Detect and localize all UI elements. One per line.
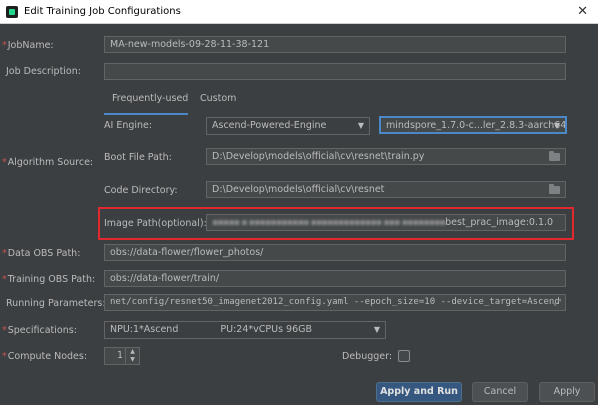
debugger-label: Debugger: xyxy=(342,351,393,362)
algorithm-source-label: *Algorithm Source: xyxy=(2,157,94,168)
image-path-label: Image Path(optional): xyxy=(104,218,207,229)
specifications-prefix: NPU:1*Ascend xyxy=(110,324,179,335)
apply-button[interactable]: Apply xyxy=(539,382,595,402)
cancel-button[interactable]: Cancel xyxy=(472,382,528,402)
chevron-down-icon: ▼ xyxy=(553,121,560,130)
compute-nodes-stepper[interactable]: 1 ▲ ▼ xyxy=(104,347,140,365)
debugger-checkbox[interactable] xyxy=(398,350,410,362)
boot-file-path-input[interactable]: D:\Develop\models\official\cv\resnet\tra… xyxy=(206,148,566,165)
title-bar: Edit Training Job Configurations ✕ xyxy=(0,0,598,24)
image-path-value: best_prac_image:0.1.0 xyxy=(445,217,554,228)
ai-engine-value: Ascend-Powered-Engine xyxy=(212,120,327,131)
running-parameters-label: Running Parameters: xyxy=(6,298,106,309)
specifications-label: *Specifications: xyxy=(2,325,77,336)
training-obs-path-label: *Training OBS Path: xyxy=(2,274,96,285)
job-description-label: Job Description: xyxy=(6,66,81,77)
ai-engine-label: AI Engine: xyxy=(104,120,153,131)
running-parameters-input[interactable]: net/config/resnet50_imagenet2012_config.… xyxy=(104,294,566,311)
job-name-input[interactable]: MA-new-models-09-28-11-38-121 xyxy=(104,36,566,53)
tab-custom[interactable]: Custom xyxy=(200,93,236,104)
engine-version-select[interactable]: mindspore_1.7.0-c...ler_2.8.3-aarch64 ▼ xyxy=(379,116,567,134)
compute-nodes-value: 1 xyxy=(116,350,123,361)
boot-file-path-value: D:\Develop\models\official\cv\resnet\tra… xyxy=(212,151,425,162)
active-tab-indicator xyxy=(104,113,188,115)
close-icon[interactable]: ✕ xyxy=(577,4,588,19)
chevron-up-icon[interactable]: ▲ xyxy=(126,348,139,356)
compute-nodes-label: *Compute Nodes: xyxy=(2,351,88,362)
job-name-label: *JobName: xyxy=(2,40,54,51)
running-parameters-value: net/config/resnet50_imagenet2012_config.… xyxy=(110,297,560,307)
stepper-buttons[interactable]: ▲ ▼ xyxy=(125,348,139,364)
tab-frequently-used[interactable]: Frequently-used xyxy=(112,93,188,104)
redacted-path: ▪▪▪▪▪ ▪ ▪▪▪▪▪▪▪▪▪▪▪ ▪▪▪▪▪▪▪▪▪▪▪▪▪ ▪▪▪ ▪▪… xyxy=(212,217,446,228)
engine-version-value: mindspore_1.7.0-c...ler_2.8.3-aarch64 xyxy=(386,120,567,131)
window-title: Edit Training Job Configurations xyxy=(24,6,181,17)
data-obs-path-input[interactable]: obs://data-flower/flower_photos/ xyxy=(104,244,566,261)
code-directory-value: D:\Develop\models\official\cv\resnet xyxy=(212,184,385,195)
folder-icon[interactable] xyxy=(549,184,560,194)
specifications-suffix: PU:24*vCPUs 96GB xyxy=(220,324,313,335)
data-obs-path-label: *Data OBS Path: xyxy=(2,248,81,259)
code-directory-label: Code Directory: xyxy=(104,185,178,196)
chevron-down-icon: ▼ xyxy=(357,121,364,130)
boot-file-path-label: Boot File Path: xyxy=(104,152,172,163)
job-description-input[interactable] xyxy=(104,63,566,80)
chevron-down-icon[interactable]: ▼ xyxy=(126,356,139,364)
folder-icon[interactable] xyxy=(549,151,560,161)
code-directory-input[interactable]: D:\Develop\models\official\cv\resnet xyxy=(206,181,566,198)
training-obs-path-input[interactable]: obs://data-flower/train/ xyxy=(104,270,566,287)
ai-engine-select[interactable]: Ascend-Powered-Engine ▼ xyxy=(206,117,370,135)
app-icon xyxy=(6,5,18,18)
image-path-input[interactable]: ▪▪▪▪▪ ▪ ▪▪▪▪▪▪▪▪▪▪▪ ▪▪▪▪▪▪▪▪▪▪▪▪▪ ▪▪▪ ▪▪… xyxy=(206,214,566,231)
chevron-down-icon: ▼ xyxy=(373,325,380,334)
specifications-select[interactable]: NPU:1*Ascend PU:24*vCPUs 96GB ▼ xyxy=(104,321,386,339)
expand-icon[interactable]: ⤢ xyxy=(554,296,561,310)
apply-and-run-button[interactable]: Apply and Run xyxy=(376,382,462,402)
